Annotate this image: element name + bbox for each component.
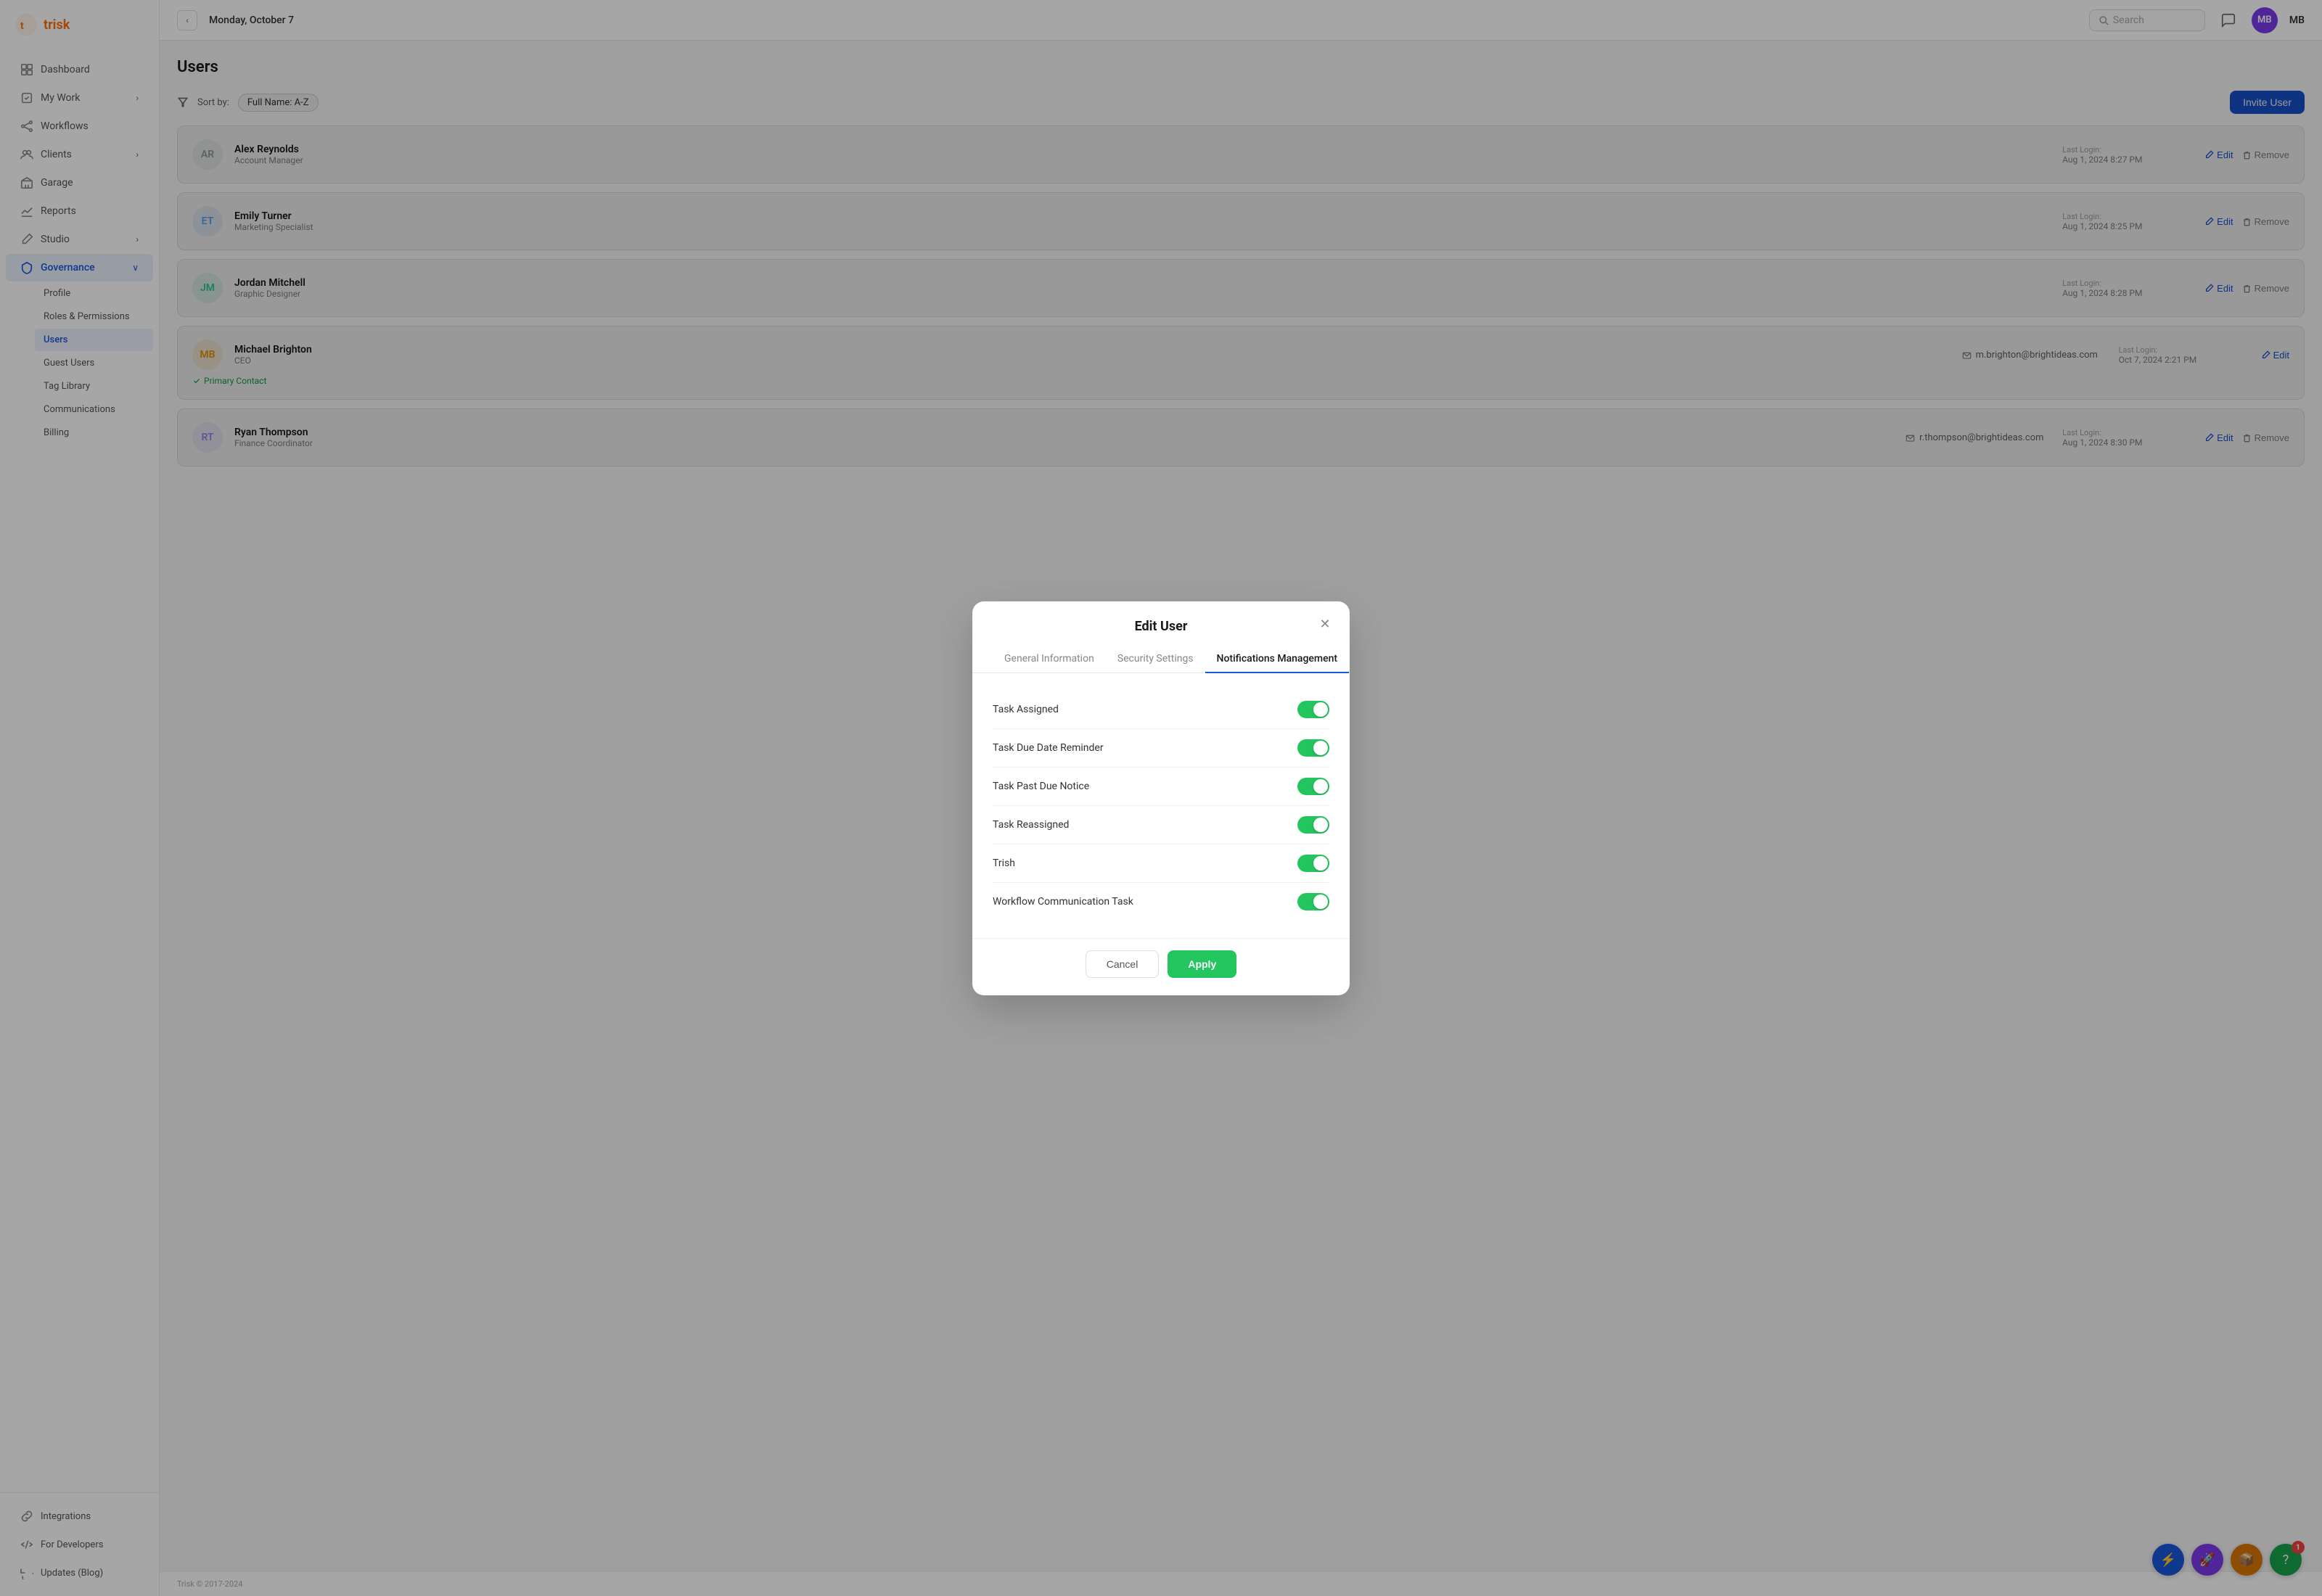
notification-label: Trish — [993, 857, 1015, 869]
modal-tabs: General Information Security Settings No… — [972, 634, 1350, 673]
notification-label: Task Past Due Notice — [993, 781, 1089, 792]
tab-notifications-management[interactable]: Notifications Management — [1205, 646, 1350, 673]
notification-row: Task Reassigned — [993, 806, 1329, 844]
notification-label: Task Assigned — [993, 704, 1059, 715]
notification-toggle-task-reassigned[interactable] — [1297, 816, 1329, 834]
tab-security-settings[interactable]: Security Settings — [1106, 646, 1205, 673]
modal-footer: Cancel Apply — [972, 938, 1350, 995]
notification-row: Task Due Date Reminder — [993, 729, 1329, 768]
cancel-button[interactable]: Cancel — [1086, 950, 1160, 978]
modal-overlay[interactable]: Edit User ✕ General Information Security… — [0, 0, 2322, 1596]
notification-row: Task Past Due Notice — [993, 768, 1329, 806]
modal-header: Edit User ✕ — [972, 601, 1350, 634]
notification-label: Task Due Date Reminder — [993, 742, 1104, 754]
notification-toggle-task-assigned[interactable] — [1297, 701, 1329, 718]
apply-button[interactable]: Apply — [1168, 950, 1236, 978]
notification-toggle-task-past-due[interactable] — [1297, 778, 1329, 795]
modal-body: Task Assigned Task Due Date Reminder Tas… — [972, 673, 1350, 938]
modal-title: Edit User — [1135, 619, 1188, 634]
notification-toggle-trish[interactable] — [1297, 855, 1329, 872]
notification-row: Task Assigned — [993, 691, 1329, 729]
edit-user-modal: Edit User ✕ General Information Security… — [972, 601, 1350, 995]
notification-toggle-task-due-date[interactable] — [1297, 739, 1329, 757]
notification-row: Workflow Communication Task — [993, 883, 1329, 921]
modal-close-button[interactable]: ✕ — [1315, 614, 1335, 635]
notification-label: Task Reassigned — [993, 819, 1069, 831]
notification-toggle-workflow-communication[interactable] — [1297, 893, 1329, 910]
tab-general-information[interactable]: General Information — [993, 646, 1106, 673]
notification-row: Trish — [993, 844, 1329, 883]
notification-label: Workflow Communication Task — [993, 896, 1133, 908]
